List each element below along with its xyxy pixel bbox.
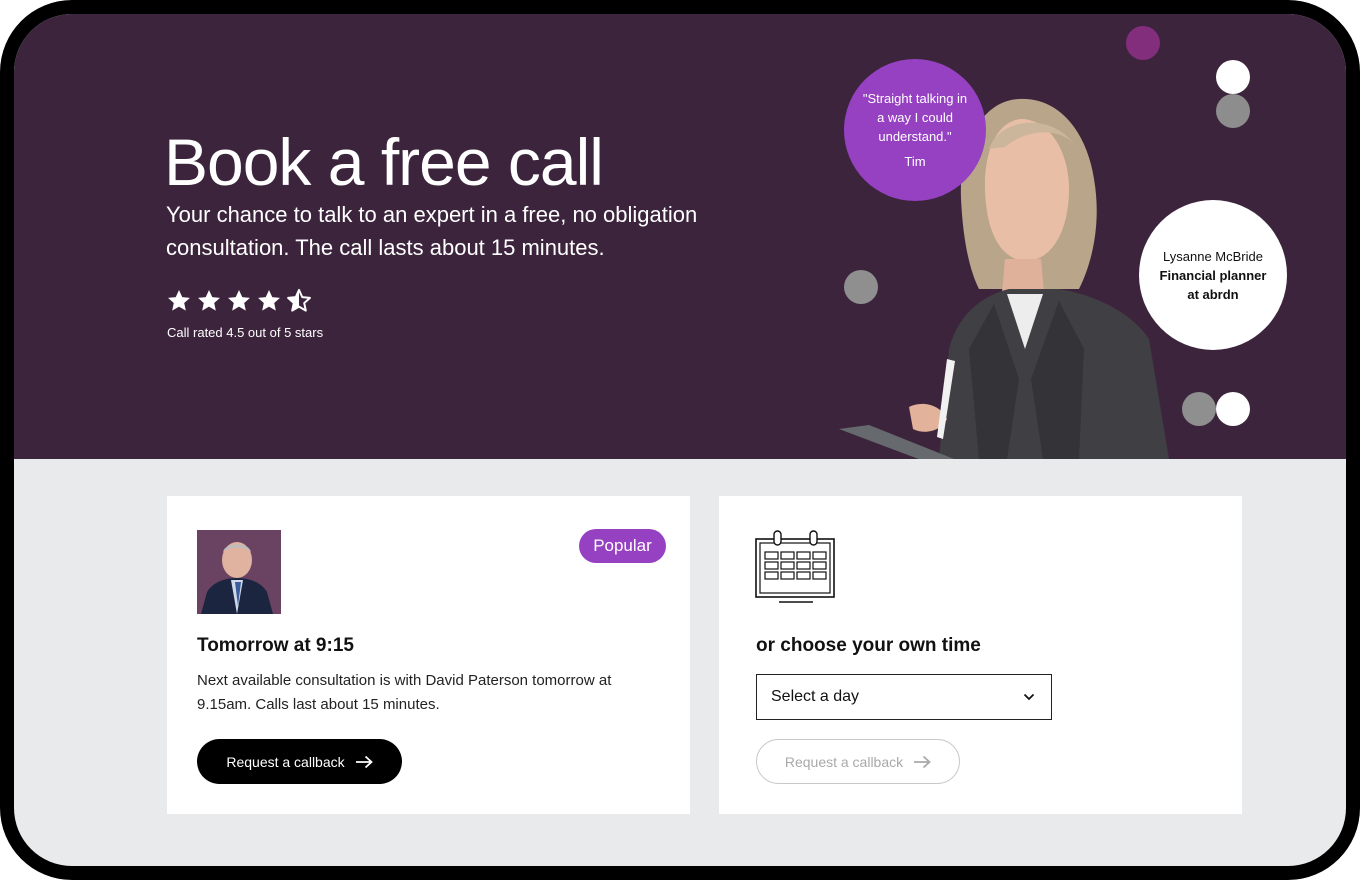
decor-dot: [1216, 60, 1250, 94]
half-star-icon: [287, 288, 311, 312]
request-callback-label: Request a callback: [784, 753, 904, 770]
own-time-card: or choose your own time Select a day Req…: [719, 496, 1242, 814]
popular-badge: Popular: [579, 529, 666, 563]
page-title: Book a free call: [164, 125, 604, 199]
consultant-photo: [197, 530, 281, 614]
star-icon: [228, 289, 250, 311]
decor-dot: [1126, 26, 1160, 60]
screen: Book a free call Your chance to talk to …: [14, 14, 1346, 866]
advisor-role: Financial planner at abrdn: [1159, 267, 1267, 302]
star-icon: [168, 289, 190, 311]
arrow-right-icon: [914, 755, 931, 768]
slot-description: Next available consultation is with Davi…: [197, 672, 612, 713]
slot-title: Tomorrow at 9:15: [197, 635, 354, 656]
own-time-title: or choose your own time: [756, 635, 981, 656]
testimonial-bubble: "Straight talking in a way I could under…: [844, 59, 986, 201]
day-select[interactable]: Select a day: [756, 674, 1052, 720]
star-rating: [166, 288, 312, 314]
hero-subtitle: Your chance to talk to an expert in a fr…: [166, 202, 698, 260]
calendar-icon: [755, 530, 835, 603]
day-select-value: Select a day: [771, 688, 860, 705]
star-icon: [198, 289, 220, 311]
request-callback-button-disabled[interactable]: Request a callback: [756, 739, 960, 784]
next-slot-card: Popular Tomorrow at 9:15 Next available …: [167, 496, 690, 814]
decor-dot: [1216, 392, 1250, 426]
request-callback-label: Request a callback: [226, 753, 345, 770]
hero-banner: Book a free call Your chance to talk to …: [14, 14, 1346, 459]
star-icon: [258, 289, 280, 311]
request-callback-button[interactable]: Request a callback: [197, 739, 402, 784]
chevron-down-icon: [1023, 693, 1035, 701]
device-frame: Book a free call Your chance to talk to …: [0, 0, 1360, 880]
advisor-name: Lysanne McBride: [1163, 248, 1263, 264]
decor-dot: [1216, 94, 1250, 128]
testimonial-quote: "Straight talking in a way I could under…: [862, 91, 968, 144]
arrow-right-icon: [355, 755, 373, 768]
rating-caption: Call rated 4.5 out of 5 stars: [167, 325, 324, 340]
decor-dot: [1182, 392, 1216, 426]
advisor-bubble: Lysanne McBride Financial planner at abr…: [1139, 200, 1287, 350]
consultant-avatar: [197, 530, 281, 614]
testimonial-author: Tim: [904, 154, 926, 169]
